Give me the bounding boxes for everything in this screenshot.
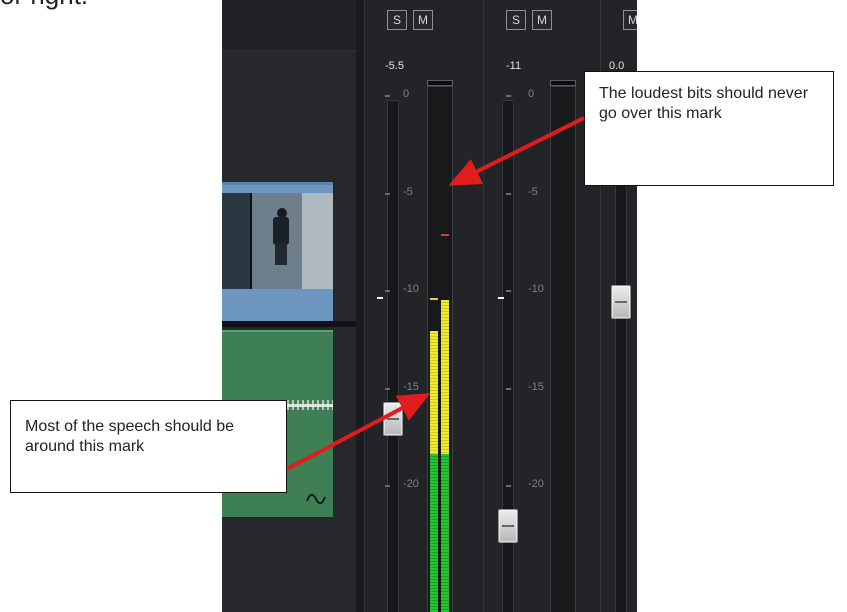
thumbnail-shadow-area xyxy=(222,193,250,289)
red-limit-marker xyxy=(441,233,449,236)
mixer-channel-1: S M -5.5 0 -5 -10 -15 -20 xyxy=(364,0,491,612)
channel-2-solo-mute: S M xyxy=(506,10,552,32)
fader-knob[interactable] xyxy=(498,509,518,543)
video-thumbnail xyxy=(222,193,333,289)
curve-icon[interactable] xyxy=(306,492,326,506)
meter-scale-label: -20 xyxy=(403,478,419,490)
meter-scale-label: 0 xyxy=(528,88,535,100)
channel-3-mute: M xyxy=(623,10,637,32)
meter-scale-label: -5 xyxy=(403,185,413,198)
mixer-divider xyxy=(356,0,364,612)
video-clip[interactable] xyxy=(222,182,333,323)
channel-1-solo-mute: S M xyxy=(387,10,433,32)
fader-track[interactable] xyxy=(387,100,399,612)
speech-level-callout: Most of the speech should be around this… xyxy=(10,400,287,493)
meter-scale-label: -20 xyxy=(528,478,544,490)
fader-knob[interactable] xyxy=(383,401,403,436)
meter-scale-tick xyxy=(385,192,390,195)
mute-button[interactable]: M xyxy=(532,10,552,30)
meter-scale-tick xyxy=(506,387,511,390)
solo-button[interactable]: S xyxy=(506,10,526,30)
fader-reference-mark xyxy=(498,297,504,299)
meter-scale-tick xyxy=(506,95,511,97)
meter-scale-label: 0 xyxy=(403,88,410,100)
meter-scale-tick xyxy=(506,485,511,487)
solo-button[interactable]: S xyxy=(387,10,407,30)
meter-scale-label: -15 xyxy=(528,380,544,393)
meter-scale-label: -5 xyxy=(528,185,538,198)
timeline-header xyxy=(222,0,356,51)
level-readout: -11 xyxy=(506,60,522,72)
meter-scale-tick xyxy=(385,485,390,487)
meter-scale-tick xyxy=(506,192,511,195)
loudest-bits-callout: The loudest bits should never go over th… xyxy=(584,71,834,186)
left-peak-hold-marker xyxy=(430,297,438,300)
meter-scale-tick xyxy=(385,290,390,292)
top-caption: or right. xyxy=(0,0,88,11)
timeline-divider xyxy=(222,321,356,327)
mute-button[interactable]: M xyxy=(413,10,433,30)
meter-scale-label: -10 xyxy=(403,283,419,295)
meter-scale-tick xyxy=(506,290,511,292)
video-editor-panel: S M -5.5 0 -5 -10 -15 -20 S M -11 0 -5 -10 -15 -… xyxy=(222,0,637,612)
audio-meter xyxy=(550,86,576,612)
thumbnail-light-area xyxy=(302,193,333,289)
meter-scale-tick xyxy=(385,95,390,97)
meter-scale-label: -15 xyxy=(403,380,419,393)
level-readout: -5.5 xyxy=(385,60,404,72)
thumbnail-person-legs xyxy=(275,243,287,265)
meter-scale-tick xyxy=(385,387,390,390)
meter-scale-label: -10 xyxy=(528,283,544,295)
mute-button[interactable]: M xyxy=(623,10,637,30)
timeline-panel xyxy=(222,0,356,612)
right-meter-green-bar xyxy=(441,453,449,612)
thumbnail-person-body xyxy=(273,217,289,245)
fader-reference-mark xyxy=(377,297,383,299)
audio-meter xyxy=(427,86,453,612)
left-meter-green-bar xyxy=(430,453,438,612)
fader-knob[interactable] xyxy=(611,284,631,319)
annotated-mixer-screenshot: or right. xyxy=(0,0,847,612)
